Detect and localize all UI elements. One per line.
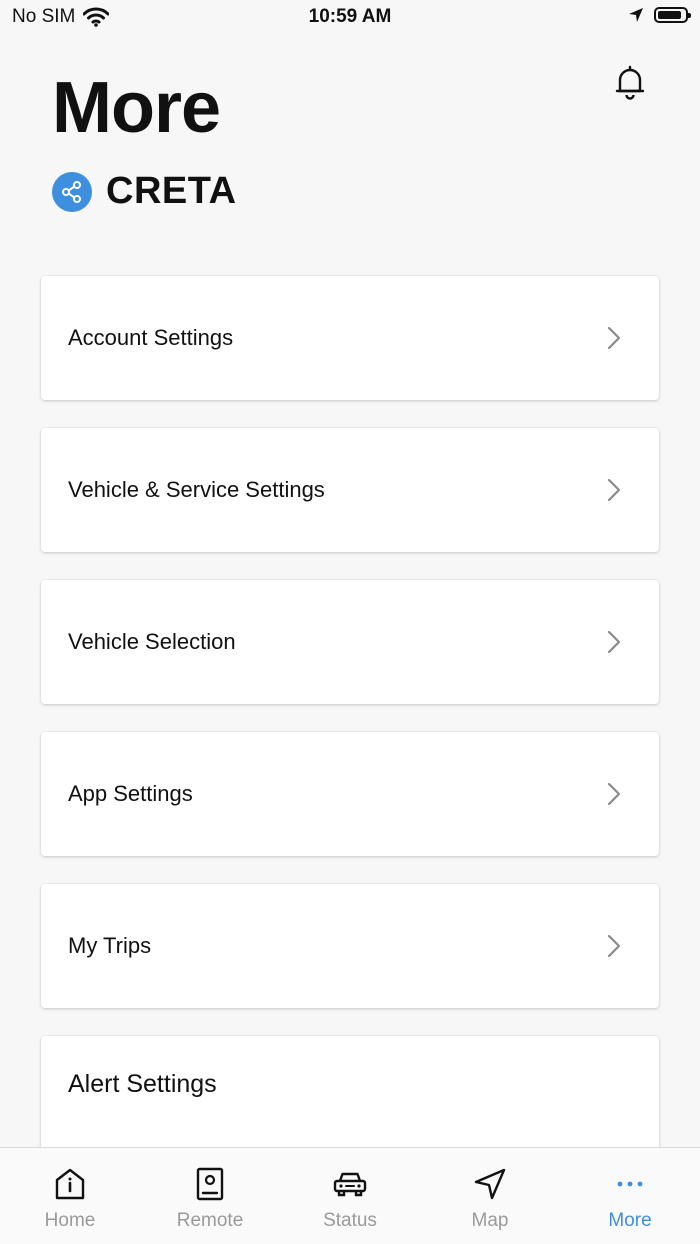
navigation-arrow-icon — [474, 1168, 506, 1200]
tab-label: Remote — [176, 1210, 244, 1231]
menu-item-label: Vehicle Selection — [68, 629, 236, 654]
menu-item-vehicle-service-settings[interactable]: Vehicle & Service Settings — [41, 428, 659, 552]
share-icon — [52, 171, 92, 212]
chevron-right-icon — [607, 326, 621, 350]
bell-icon[interactable] — [614, 64, 646, 100]
menu-item-account-settings[interactable]: Account Settings — [41, 276, 659, 400]
tab-bar: Home Remote Status Map More — [0, 1147, 700, 1244]
battery-fill — [658, 11, 682, 19]
menu-item-label: Account Settings — [68, 325, 234, 350]
status-bar: No SIM 10:59 AM — [0, 0, 700, 36]
menu-item-label: My Trips — [68, 933, 152, 958]
chevron-right-icon — [607, 782, 621, 806]
status-right — [628, 7, 691, 23]
car-icon — [333, 1172, 367, 1197]
menu-item-app-settings[interactable]: App Settings — [41, 732, 659, 856]
location-arrow-icon — [629, 8, 643, 22]
battery-icon — [654, 7, 691, 23]
menu-item-label: Vehicle & Service Settings — [68, 477, 325, 502]
vehicle-indicator: CRETA — [52, 170, 237, 213]
menu-item-label: Alert Settings — [68, 1070, 217, 1098]
tab-map[interactable]: Map — [420, 1148, 560, 1244]
more-screen: No SIM 10:59 AM More CRETA Account Setti… — [0, 0, 700, 1244]
menu-item-my-trips[interactable]: My Trips — [41, 884, 659, 1008]
tab-home[interactable]: Home — [0, 1148, 140, 1244]
tab-label: Map — [471, 1210, 509, 1231]
tab-status[interactable]: Status — [280, 1148, 420, 1244]
menu-item-vehicle-selection[interactable]: Vehicle Selection — [41, 580, 659, 704]
page-title: More — [52, 68, 221, 148]
tab-more[interactable]: More — [560, 1148, 700, 1244]
chevron-right-icon — [607, 478, 621, 502]
chevron-right-icon — [607, 934, 621, 958]
home-icon — [55, 1168, 85, 1200]
vehicle-name: CRETA — [106, 170, 237, 212]
status-time: 10:59 AM — [308, 6, 392, 27]
tab-remote[interactable]: Remote — [140, 1148, 280, 1244]
menu-item-label: App Settings — [68, 781, 193, 806]
ellipsis-icon — [617, 1181, 643, 1187]
tab-label: Home — [44, 1210, 96, 1231]
remote-icon — [196, 1167, 224, 1201]
settings-menu: Account Settings Vehicle & Service Setti… — [41, 276, 659, 1176]
chevron-right-icon — [607, 630, 621, 654]
tab-label: Status — [323, 1210, 377, 1231]
tab-label: More — [608, 1210, 652, 1231]
